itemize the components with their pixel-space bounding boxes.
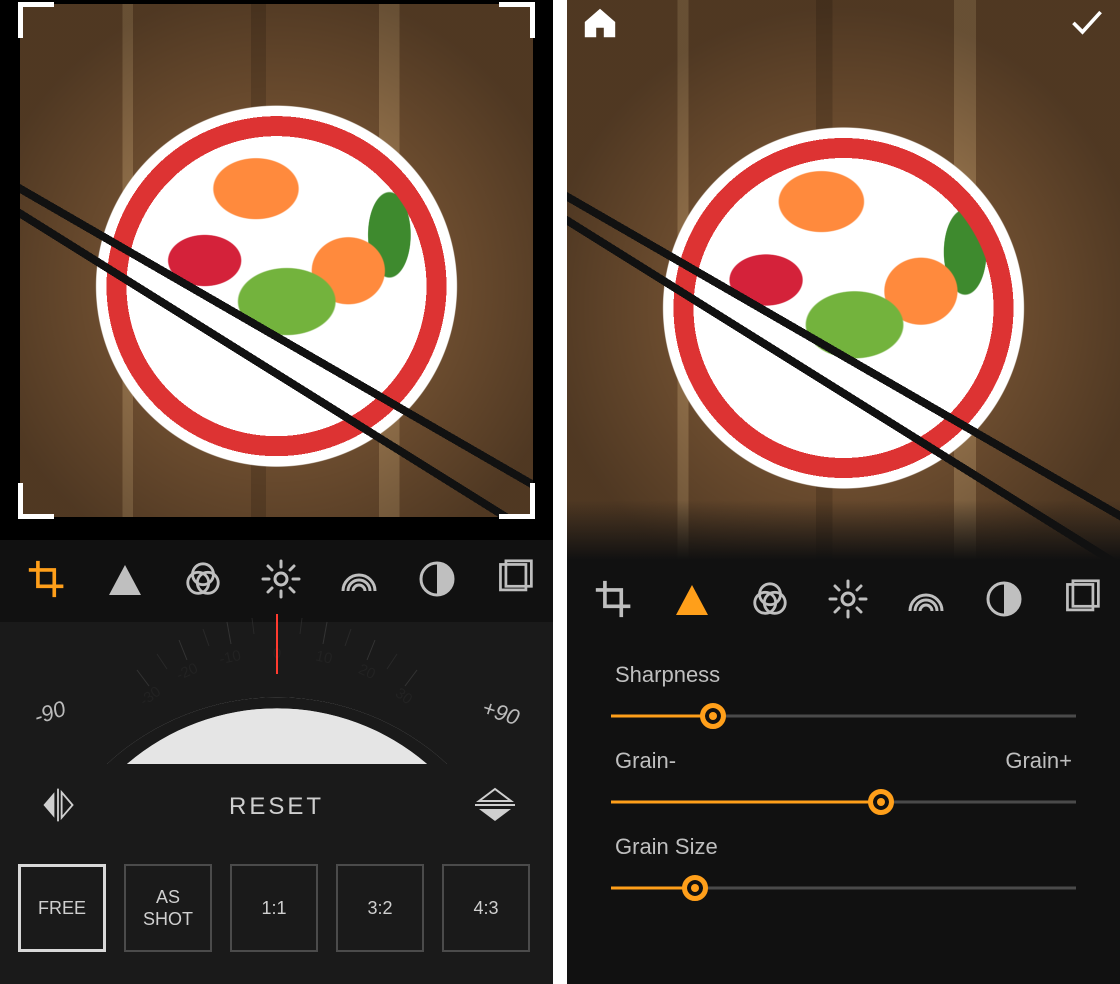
tab-light[interactable] — [809, 560, 887, 642]
ratio-as-shot[interactable]: AS SHOT — [124, 864, 212, 952]
ratio-4-3[interactable]: 4:3 — [442, 864, 530, 952]
brightness-icon — [261, 559, 301, 604]
half-circle-ab-icon — [417, 559, 457, 604]
triangle-icon — [672, 579, 712, 624]
tab-frames[interactable] — [476, 540, 553, 622]
crop-screen: 0 -10 10 -20 20 -30 30 -90 +90 — [0, 0, 553, 984]
tab-crop[interactable] — [575, 560, 653, 642]
ratio-free[interactable]: FREE — [18, 864, 106, 952]
half-circle-ab-icon — [984, 579, 1024, 624]
tool-tabs — [0, 540, 553, 622]
tool-tabs — [567, 560, 1120, 642]
tab-color[interactable] — [887, 560, 965, 642]
grain-plus-label: Grain+ — [1005, 748, 1072, 774]
tab-sharpen[interactable] — [653, 560, 731, 642]
crop-icon — [594, 579, 634, 624]
top-bar — [567, 0, 1120, 48]
ratio-3-2[interactable]: 3:2 — [336, 864, 424, 952]
flip-horizontal-button[interactable] — [34, 785, 82, 830]
flip-vertical-icon — [471, 812, 519, 829]
rotation-dial-area: 0 -10 10 -20 20 -30 30 -90 +90 — [0, 622, 553, 772]
sharpen-screen: Sharpness Grain- Grain+ — [567, 0, 1120, 984]
tab-crop[interactable] — [8, 540, 86, 622]
svg-text:-30: -30 — [136, 683, 164, 710]
tab-bw[interactable] — [965, 560, 1043, 642]
overlap-circles-icon — [750, 579, 790, 624]
grain-size-slider-block: Grain Size — [611, 834, 1076, 902]
flip-vertical-button[interactable] — [471, 785, 519, 830]
rotate-plus-90-button[interactable]: +90 — [479, 695, 523, 731]
grain-minus-label: Grain- — [615, 748, 676, 774]
tab-frames[interactable] — [1043, 560, 1120, 642]
grain-size-label: Grain Size — [615, 834, 718, 860]
grain-size-slider[interactable] — [611, 874, 1076, 902]
rainbow-icon — [906, 579, 946, 624]
triangle-icon — [105, 559, 145, 604]
tab-color[interactable] — [320, 540, 398, 622]
frames-icon — [495, 559, 535, 604]
svg-text:-10: -10 — [217, 647, 242, 668]
confirm-button[interactable] — [1068, 3, 1106, 46]
svg-text:20: 20 — [355, 661, 377, 683]
sharpness-slider-block: Sharpness — [611, 662, 1076, 730]
sharpness-label: Sharpness — [615, 662, 720, 688]
reset-button[interactable]: RESET — [229, 793, 324, 821]
frames-icon — [1062, 579, 1102, 624]
brightness-icon — [828, 579, 868, 624]
home-icon — [581, 28, 619, 45]
ratio-1-1[interactable]: 1:1 — [230, 864, 318, 952]
flip-horizontal-icon — [34, 812, 82, 829]
aspect-ratio-row[interactable]: FREE AS SHOT 1:1 3:2 4:3 — [0, 842, 553, 952]
tab-filters[interactable] — [731, 560, 809, 642]
overlap-circles-icon — [183, 559, 223, 604]
svg-text:-20: -20 — [173, 660, 200, 684]
check-icon — [1068, 28, 1106, 45]
sharpen-controls-panel: Sharpness Grain- Grain+ — [567, 560, 1120, 984]
rotate-minus-90-button[interactable]: -90 — [31, 696, 69, 731]
grain-slider[interactable] — [611, 788, 1076, 816]
photo-preview[interactable] — [20, 4, 533, 517]
rainbow-icon — [339, 559, 379, 604]
svg-text:10: 10 — [314, 648, 334, 668]
svg-text:30: 30 — [391, 685, 414, 709]
crop-controls-panel: 0 -10 10 -20 20 -30 30 -90 +90 — [0, 540, 553, 984]
home-button[interactable] — [581, 3, 619, 46]
tab-filters[interactable] — [164, 540, 242, 622]
grain-slider-block: Grain- Grain+ — [611, 748, 1076, 816]
sharpness-slider[interactable] — [611, 702, 1076, 730]
tab-sharpen[interactable] — [86, 540, 164, 622]
photo-preview[interactable] — [567, 0, 1120, 560]
crop-icon — [27, 559, 67, 604]
tab-bw[interactable] — [398, 540, 476, 622]
rotation-dial[interactable]: 0 -10 10 -20 20 -30 30 — [97, 614, 457, 764]
tab-light[interactable] — [242, 540, 320, 622]
